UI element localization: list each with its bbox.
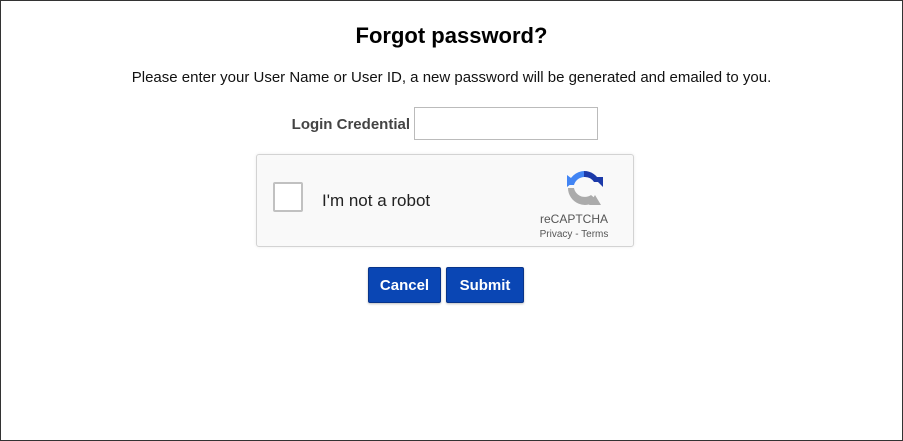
- recaptcha-checkbox[interactable]: [273, 182, 303, 212]
- links-separator: -: [572, 229, 582, 240]
- credential-row: Login Credential: [1, 107, 902, 140]
- recaptcha-label: I'm not a robot: [322, 191, 431, 210]
- terms-link[interactable]: Terms: [581, 229, 608, 240]
- page-frame: Forgot password? Please enter your User …: [0, 0, 903, 441]
- recaptcha-brand: reCAPTCHA: [539, 212, 608, 226]
- credential-label: Login Credential: [291, 116, 410, 133]
- recaptcha-widget: I'm not a robot reCAPTCHA Privacy - Term…: [256, 154, 634, 247]
- recaptcha-logo-icon: [567, 170, 603, 205]
- submit-button[interactable]: Submit: [446, 267, 524, 303]
- cancel-button[interactable]: Cancel: [368, 267, 441, 303]
- login-credential-input[interactable]: [414, 107, 598, 140]
- privacy-link[interactable]: Privacy: [540, 229, 573, 240]
- recaptcha-links: Privacy - Terms: [529, 229, 619, 240]
- page-title: Forgot password?: [355, 23, 548, 48]
- instructions-text: Please enter your User Name or User ID, …: [131, 69, 772, 86]
